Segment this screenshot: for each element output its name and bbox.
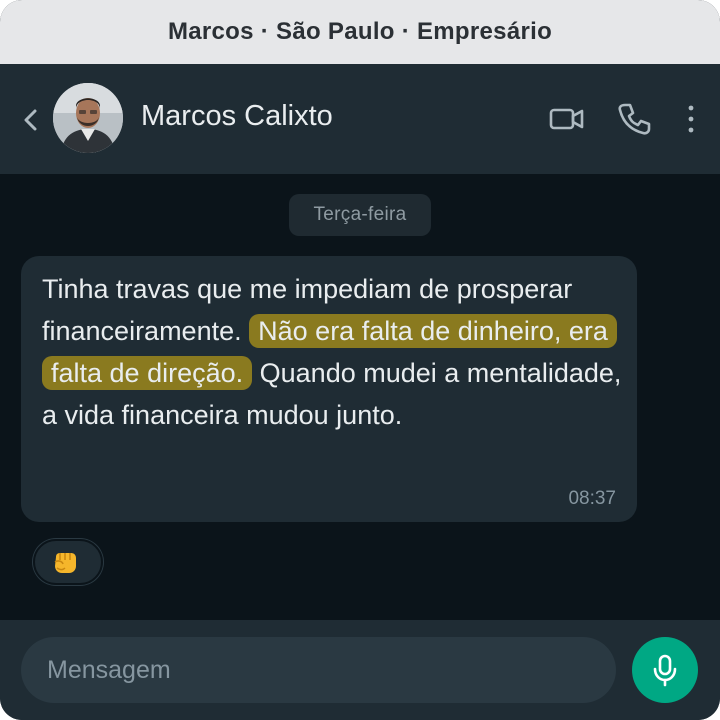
caption-strip: Marcos · São Paulo · Empresário bbox=[0, 0, 720, 64]
date-separator: Terça-feira bbox=[289, 194, 431, 236]
phone-frame: Marcos · São Paulo · Empresário Marcos C… bbox=[0, 0, 720, 720]
microphone-icon bbox=[653, 654, 677, 687]
message-input[interactable] bbox=[21, 637, 616, 703]
message-time: 08:37 bbox=[568, 488, 616, 509]
reaction-badge[interactable] bbox=[33, 539, 103, 585]
message-bubble[interactable]: Tinha travas que me impediam de prospera… bbox=[21, 256, 637, 522]
chevron-left-icon[interactable] bbox=[20, 106, 42, 134]
avatar[interactable] bbox=[53, 83, 123, 153]
phone-icon[interactable] bbox=[617, 102, 651, 136]
caption-text: Marcos · São Paulo · Empresário bbox=[167, 18, 553, 45]
avatar-photo bbox=[53, 83, 123, 153]
chat-header: Marcos Calixto bbox=[0, 64, 720, 174]
message-text: Tinha travas que me impediam de prospera… bbox=[42, 268, 622, 436]
video-camera-icon[interactable] bbox=[549, 106, 585, 132]
more-vertical-icon[interactable] bbox=[680, 103, 702, 135]
composer-bar bbox=[0, 620, 720, 720]
microphone-button[interactable] bbox=[632, 637, 698, 703]
contact-name[interactable]: Marcos Calixto bbox=[141, 100, 333, 133]
chat-area[interactable]: Terça-feira Tinha travas que me impediam… bbox=[0, 174, 720, 620]
punch-emoji-icon bbox=[54, 553, 76, 573]
